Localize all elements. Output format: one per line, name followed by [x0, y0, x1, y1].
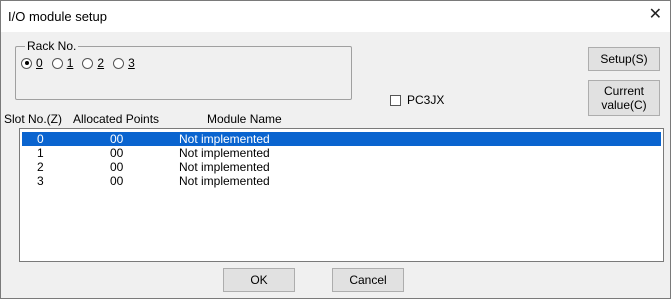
current-value-line2: value(C) — [601, 98, 647, 112]
points-cell: 00 — [110, 160, 124, 174]
current-value-line1: Current — [603, 84, 644, 98]
rack-radio-label: 1 — [66, 56, 74, 70]
slot-cell: 0 — [37, 132, 44, 146]
current-value-button[interactable]: Current value(C) — [588, 80, 660, 116]
points-cell: 00 — [110, 132, 124, 146]
pc3jx-label: PC3JX — [407, 93, 445, 107]
close-icon[interactable]: ✕ — [649, 7, 662, 23]
rack-radio-group: 0 1 2 3 — [21, 56, 135, 70]
list-item[interactable]: 3 00 Not implemented — [22, 174, 661, 188]
slot-cell: 2 — [37, 160, 44, 174]
slot-cell: 3 — [37, 174, 44, 188]
rack-radio-0[interactable]: 0 — [21, 56, 43, 70]
rack-radio-label: 0 — [36, 56, 43, 70]
col-header-points: Allocated Points — [73, 112, 160, 126]
radio-indicator — [113, 57, 125, 69]
pc3jx-checkbox[interactable] — [390, 94, 401, 106]
list-item[interactable]: 1 00 Not implemented — [22, 146, 661, 160]
setup-button[interactable]: Setup(S) — [588, 47, 660, 71]
points-cell: 00 — [110, 146, 124, 160]
rack-radio-3[interactable]: 3 — [113, 56, 135, 70]
rack-radio-label: 3 — [128, 56, 135, 70]
list-item[interactable]: 0 00 Not implemented — [22, 132, 661, 146]
title-bar: I/O module setup ✕ — [1, 1, 670, 32]
ok-button[interactable]: OK — [223, 268, 295, 292]
name-cell: Not implemented — [179, 132, 270, 146]
cancel-button[interactable]: Cancel — [332, 268, 404, 292]
io-module-setup-dialog: I/O module setup ✕ Rack No. 0 1 2 3 Setu… — [0, 0, 671, 299]
slot-cell: 1 — [37, 146, 44, 160]
pc3jx-checkbox-row[interactable]: PC3JX — [390, 93, 444, 107]
col-header-slot: Slot No.(Z) — [4, 112, 63, 126]
col-header-name: Module Name — [207, 112, 282, 126]
points-cell: 00 — [110, 174, 124, 188]
list-item[interactable]: 2 00 Not implemented — [22, 160, 661, 174]
name-cell: Not implemented — [179, 160, 270, 174]
module-listbox[interactable]: 0 00 Not implemented 1 00 Not implemente… — [19, 128, 664, 262]
rack-group-label: Rack No. — [25, 39, 79, 53]
window-title: I/O module setup — [8, 9, 107, 24]
radio-indicator — [51, 57, 63, 69]
radio-selected-indicator — [21, 57, 32, 69]
rack-radio-label: 2 — [97, 56, 105, 70]
name-cell: Not implemented — [179, 146, 270, 160]
rack-radio-2[interactable]: 2 — [82, 56, 104, 70]
radio-indicator — [82, 57, 94, 69]
rack-group-box — [15, 46, 352, 100]
name-cell: Not implemented — [179, 174, 270, 188]
rack-radio-1[interactable]: 1 — [51, 56, 74, 70]
